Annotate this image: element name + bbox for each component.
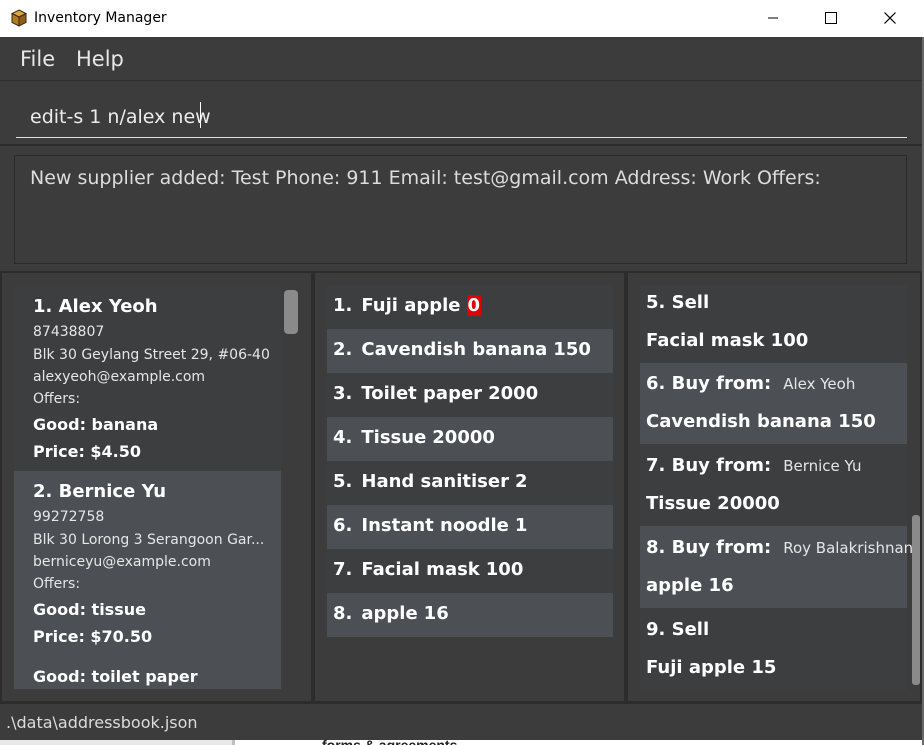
goods-index: 4. (333, 427, 353, 448)
menu-bar: File Help (0, 37, 922, 81)
supplier-list[interactable]: 1. Alex Yeoh 87438807 Blk 30 Geylang Str… (14, 286, 281, 689)
goods-index: 2. (333, 339, 353, 360)
supplier-phone: 87438807 (33, 324, 105, 340)
transaction-card[interactable]: 9. Sell Fuji apple 15 (640, 608, 907, 690)
goods-index: 7. (333, 559, 353, 580)
offers-label: Offers: (33, 391, 81, 407)
goods-label: 1. Fuji apple 0 (333, 295, 482, 316)
supplier-name: 2. Bernice Yu (33, 481, 167, 502)
goods-quantity: 2000 (488, 383, 539, 404)
goods-label: 2. Cavendish banana 150 (333, 339, 591, 360)
goods-label: 6. Instant noodle 1 (333, 515, 527, 536)
status-file-path: .\data\addressbook.json (6, 713, 198, 732)
goods-row[interactable]: 4. Tissue 20000 (327, 417, 613, 461)
maximize-icon (825, 12, 837, 24)
goods-label: 3. Toilet paper 2000 (333, 383, 538, 404)
transaction-card[interactable]: 8. Buy from: Roy Balakrishnan apple 16 (640, 526, 913, 608)
transaction-card[interactable]: 6. Buy from: Alex Yeoh Cavendish banana 1… (640, 363, 907, 444)
box-icon (11, 9, 27, 27)
transaction-item: Facial mask 100 (646, 330, 809, 351)
goods-name: Facial mask (361, 559, 480, 580)
text-caret (200, 102, 201, 128)
goods-quantity-alert: 0 (466, 295, 482, 316)
goods-name: apple (361, 603, 418, 624)
transaction-item: Fuji apple 15 (646, 657, 777, 678)
transaction-item: Tissue 20000 (646, 493, 780, 514)
goods-quantity: 150 (553, 339, 591, 360)
goods-index: 6. (333, 515, 353, 536)
menu-file[interactable]: File (20, 47, 55, 71)
offers-label: Offers: (33, 576, 81, 592)
goods-index: 3. (333, 383, 353, 404)
goods-quantity: 1 (514, 515, 528, 536)
goods-quantity: 2 (514, 471, 528, 492)
transaction-item: Cavendish banana 150 (646, 411, 876, 432)
transaction-scrollbar[interactable] (912, 515, 920, 685)
goods-name: Fuji apple (361, 295, 461, 316)
offer-price: Price: $70.50 (33, 627, 153, 646)
supplier-address: Blk 30 Geylang Street 29, #06-40 (33, 347, 270, 363)
minimize-icon (768, 17, 778, 19)
transaction-type: 9. Sell (646, 619, 710, 640)
goods-name: Instant noodle (361, 515, 509, 536)
supplier-card[interactable]: 2. Bernice Yu 99272758 Blk 30 Lorong 3 S… (14, 471, 281, 689)
offer-price: Price: $4.50 (33, 442, 142, 461)
supplier-card[interactable]: 1. Alex Yeoh 87438807 Blk 30 Geylang Str… (14, 286, 281, 471)
goods-quantity: 20000 (432, 427, 495, 448)
goods-row[interactable]: 5. Hand sanitiser 2 (327, 461, 613, 505)
goods-name: Hand sanitiser (361, 471, 509, 492)
transaction-type: 6. Buy from: Alex Yeoh (646, 373, 855, 394)
offer-good: Good: tissue (33, 600, 146, 619)
goods-name: Toilet paper (361, 383, 483, 404)
goods-row[interactable]: 8. apple 16 (327, 593, 613, 637)
supplier-scrollbar[interactable] (284, 290, 298, 334)
transaction-party: Bernice Yu (783, 457, 862, 475)
goods-index: 1. (333, 295, 353, 316)
offer-good: Good: toilet paper (33, 667, 198, 686)
transaction-type-label: 6. Buy from: (646, 373, 772, 394)
goods-name: Cavendish banana (361, 339, 548, 360)
transaction-card[interactable]: 7. Buy from: Bernice Yu Tissue 20000 (640, 444, 907, 526)
supplier-phone: 99272758 (33, 509, 105, 525)
maximize-button[interactable] (808, 0, 854, 36)
supplier-name: 1. Alex Yeoh (33, 296, 158, 317)
supplier-address: Blk 30 Lorong 3 Serangoon Gar... (33, 532, 265, 548)
goods-index: 5. (333, 471, 353, 492)
offer-good: Good: banana (33, 415, 159, 434)
goods-row[interactable]: 6. Instant noodle 1 (327, 505, 613, 549)
goods-row[interactable]: 3. Toilet paper 2000 (327, 373, 613, 417)
result-message: New supplier added: Test Phone: 911 Emai… (30, 167, 821, 189)
supplier-email: alexyeoh@example.com (33, 369, 206, 385)
goods-quantity: 16 (423, 603, 449, 624)
window-title: Inventory Manager (34, 10, 167, 26)
transaction-type: 7. Buy from: Bernice Yu (646, 455, 862, 476)
title-bar: Inventory Manager (0, 0, 924, 37)
close-icon (884, 12, 896, 24)
goods-row[interactable]: 7. Facial mask 100 (327, 549, 613, 593)
goods-label: 5. Hand sanitiser 2 (333, 471, 528, 492)
goods-label: 4. Tissue 20000 (333, 427, 495, 448)
transaction-party: Roy Balakrishnan (783, 539, 914, 557)
transaction-type: 8. Buy from: Roy Balakrishnan (646, 537, 913, 558)
transaction-type-label: 8. Buy from: (646, 537, 772, 558)
transaction-type: 5. Sell (646, 292, 710, 313)
close-button[interactable] (867, 0, 913, 36)
goods-label: 7. Facial mask 100 (333, 559, 523, 580)
transaction-type-label: 7. Buy from: (646, 455, 772, 476)
transaction-party: Alex Yeoh (783, 375, 856, 393)
goods-name: Tissue (361, 427, 427, 448)
supplier-email: berniceyu@example.com (33, 554, 211, 570)
goods-row[interactable]: 1. Fuji apple 0 (327, 285, 613, 329)
transaction-card[interactable]: 5. Sell Facial mask 100 (640, 285, 907, 363)
goods-label: 8. apple 16 (333, 603, 449, 624)
goods-quantity: 100 (485, 559, 524, 580)
command-input[interactable] (16, 96, 907, 138)
goods-row[interactable]: 2. Cavendish banana 150 (327, 329, 613, 373)
background-window-text: forms & agreements (322, 737, 458, 745)
minimize-button[interactable] (750, 0, 796, 36)
transaction-item: apple 16 (646, 575, 734, 596)
goods-index: 8. (333, 603, 353, 624)
menu-help[interactable]: Help (76, 47, 124, 71)
background-desktop (0, 740, 232, 745)
